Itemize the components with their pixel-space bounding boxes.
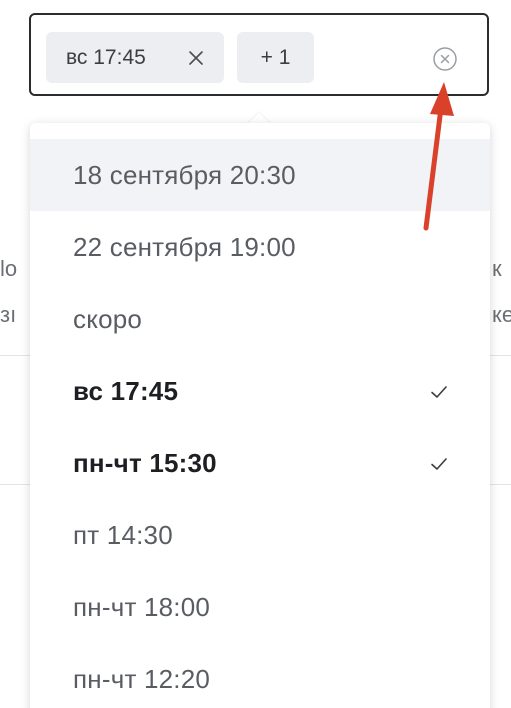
selected-tag[interactable]: вс 17:45	[46, 32, 224, 83]
dropdown-option-selected[interactable]: пн-чт 15:30	[30, 427, 490, 499]
options-list: 18 сентября 20:30 22 сентября 19:00 скор…	[30, 139, 490, 708]
background-text-right-1: к	[492, 256, 502, 281]
dropdown-option[interactable]: пн-чт 12:20	[30, 643, 490, 708]
option-label: 22 сентября 19:00	[73, 231, 296, 262]
selected-tag-label: вс 17:45	[66, 45, 146, 69]
background-divider	[490, 355, 511, 356]
option-label: пн-чт 15:30	[73, 447, 217, 478]
background-text-right-2: ке	[492, 302, 511, 327]
dropdown-option[interactable]: 22 сентября 19:00	[30, 211, 490, 283]
page: lo зı к ке вс 17:45 + 1 18 сентября 20:3…	[0, 0, 511, 708]
check-icon	[428, 451, 450, 473]
background-divider	[0, 355, 30, 356]
option-label: пт 14:30	[73, 519, 173, 550]
background-divider	[490, 484, 511, 485]
background-text-left-1: lo	[0, 256, 18, 281]
options-dropdown: 18 сентября 20:30 22 сентября 19:00 скор…	[30, 123, 490, 708]
dropdown-option-selected[interactable]: вс 17:45	[30, 355, 490, 427]
option-label: скоро	[73, 303, 143, 334]
option-label: пн-чт 12:20	[73, 663, 211, 694]
clear-circle-icon[interactable]	[432, 46, 458, 72]
option-label: вс 17:45	[73, 375, 179, 406]
close-icon[interactable]	[184, 46, 208, 70]
option-label: 18 сентября 20:30	[73, 159, 296, 190]
dropdown-option[interactable]: 18 сентября 20:30	[30, 139, 490, 211]
background-text-left-2: зı	[0, 302, 17, 327]
multi-select-field[interactable]: вс 17:45 + 1	[29, 13, 489, 96]
option-label: пн-чт 18:00	[73, 591, 211, 622]
dropdown-option[interactable]: пн-чт 18:00	[30, 571, 490, 643]
dropdown-option[interactable]: пт 14:30	[30, 499, 490, 571]
more-tags-counter[interactable]: + 1	[237, 32, 314, 83]
check-icon	[428, 379, 450, 401]
dropdown-option[interactable]: скоро	[30, 283, 490, 355]
more-tags-label: + 1	[260, 45, 291, 69]
background-divider	[0, 484, 30, 485]
